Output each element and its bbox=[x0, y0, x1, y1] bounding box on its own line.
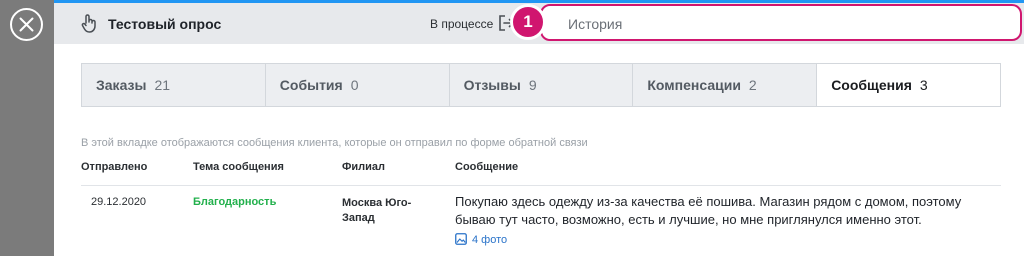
history-tab-highlight[interactable]: История bbox=[540, 4, 1022, 41]
tab-compensations-label: Компенсации bbox=[647, 77, 741, 93]
history-label: История bbox=[568, 16, 623, 32]
tab-reviews[interactable]: Отзывы 9 bbox=[449, 64, 634, 106]
tab-orders-label: Заказы bbox=[96, 77, 147, 93]
close-icon bbox=[19, 17, 34, 32]
tab-messages-label: Сообщения bbox=[831, 77, 912, 93]
row-topic: Благодарность bbox=[193, 196, 277, 208]
column-header-sent: Отправлено bbox=[81, 161, 148, 173]
tab-orders-count: 21 bbox=[154, 77, 171, 93]
status-text: В процессе bbox=[430, 17, 494, 31]
left-rail bbox=[0, 0, 54, 256]
photos-link[interactable]: 4 фото bbox=[455, 233, 507, 246]
close-button[interactable] bbox=[10, 8, 43, 41]
tab-compensations[interactable]: Компенсации 2 bbox=[633, 64, 818, 106]
tab-messages-count: 3 bbox=[919, 77, 928, 93]
column-header-message: Сообщение bbox=[455, 161, 519, 173]
tab-events[interactable]: События 0 bbox=[265, 64, 450, 106]
step-badge: 1 bbox=[510, 4, 546, 40]
tab-reviews-label: Отзывы bbox=[463, 77, 521, 93]
photos-link-label: 4 фото bbox=[472, 234, 508, 246]
table-divider bbox=[81, 185, 1001, 186]
row-date: 29.12.2020 bbox=[91, 196, 147, 208]
tab-compensations-count: 2 bbox=[748, 77, 757, 93]
row-branch: Москва Юго-Запад bbox=[342, 197, 412, 224]
tab-hint: В этой вкладке отображаются сообщения кл… bbox=[81, 137, 588, 149]
hand-pointer-icon bbox=[81, 14, 96, 33]
tab-messages[interactable]: Сообщения 3 bbox=[817, 64, 1000, 106]
tab-events-label: События bbox=[279, 77, 343, 93]
column-header-topic: Тема сообщения bbox=[193, 161, 284, 173]
tab-bar: Заказы 21 События 0 Отзывы 9 Компенсации 2 С… bbox=[81, 63, 1001, 107]
tab-reviews-count: 9 bbox=[528, 77, 537, 93]
survey-title: Тестовый опрос bbox=[108, 16, 222, 32]
row-message: Покупаю здесь одежду из-за качества её п… bbox=[455, 194, 962, 227]
tab-orders[interactable]: Заказы 21 bbox=[82, 64, 266, 106]
tab-events-count: 0 bbox=[350, 77, 359, 93]
column-header-branch: Филиал bbox=[342, 161, 386, 173]
image-icon bbox=[455, 233, 467, 245]
